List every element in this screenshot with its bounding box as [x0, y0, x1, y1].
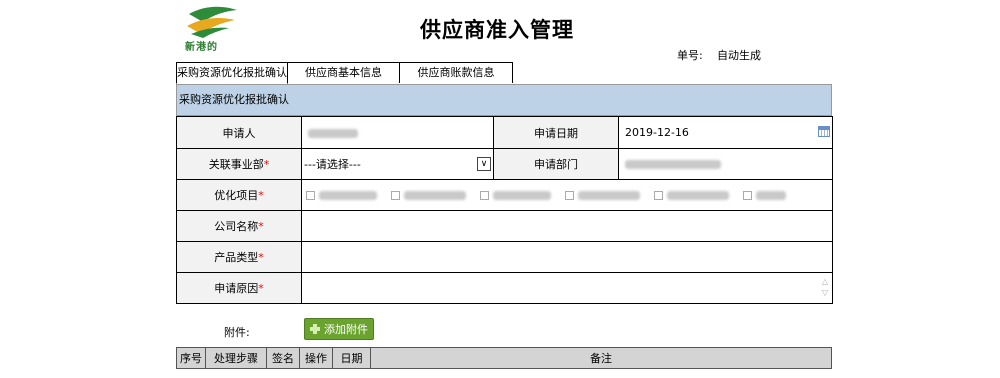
- add-attachment-button[interactable]: 添加附件: [304, 318, 374, 340]
- tab-procurement-optimization[interactable]: 采购资源优化报批确认: [176, 62, 288, 84]
- chevron-down-icon[interactable]: ∨: [477, 157, 491, 171]
- logo-text: 新港的: [185, 42, 218, 53]
- optimize-items-label: 优化项目*: [176, 179, 302, 211]
- reason-textarea[interactable]: △ ▽: [301, 272, 833, 304]
- optimize-item-checkbox-6[interactable]: [743, 190, 752, 200]
- column-header-date: 日期: [332, 347, 371, 369]
- tab-bar: 采购资源优化报批确认 供应商基本信息 供应商账款信息: [176, 62, 513, 84]
- plus-icon: [310, 324, 320, 334]
- optimize-item-checkbox-5[interactable]: [654, 190, 663, 200]
- column-header-step: 处理步骤: [205, 347, 267, 369]
- doc-number-label: 单号:: [677, 49, 703, 62]
- applicant-value: [301, 116, 494, 149]
- department-label: 申请部门: [493, 148, 619, 180]
- product-type-label: 产品类型*: [176, 241, 302, 273]
- business-unit-selected: ---请选择---: [304, 158, 361, 171]
- department-value: [618, 148, 833, 180]
- page-title: 供应商准入管理: [420, 18, 574, 42]
- tab-supplier-account-info[interactable]: 供应商账款信息: [399, 62, 513, 83]
- scroll-down-icon[interactable]: ▽: [822, 288, 828, 297]
- scroll-up-icon[interactable]: △: [822, 277, 828, 286]
- process-steps-table: 序号 处理步骤 签名 操作 日期 备注: [176, 347, 832, 369]
- business-unit-select[interactable]: ---请选择--- ∨: [301, 148, 494, 180]
- tab-supplier-basic-info[interactable]: 供应商基本信息: [287, 62, 400, 83]
- company-name-label: 公司名称*: [176, 210, 302, 242]
- column-header-action: 操作: [299, 347, 333, 369]
- company-name-input[interactable]: [301, 210, 833, 242]
- add-attachment-label: 添加附件: [324, 323, 368, 336]
- calendar-icon[interactable]: [818, 126, 830, 137]
- section-header: 采购资源优化报批确认: [176, 84, 832, 116]
- doc-number-value: 自动生成: [717, 49, 761, 62]
- optimize-item-checkbox-3[interactable]: [480, 190, 489, 200]
- apply-date-field[interactable]: 2019-12-16: [618, 116, 833, 149]
- column-header-signature: 签名: [266, 347, 300, 369]
- optimize-item-checkbox-2[interactable]: [391, 190, 400, 200]
- applicant-label: 申请人: [176, 116, 302, 149]
- optimize-item-checkbox-4[interactable]: [565, 190, 574, 200]
- optimize-item-checkbox-1[interactable]: [306, 190, 315, 200]
- product-type-input[interactable]: [301, 241, 833, 273]
- column-header-remark: 备注: [370, 347, 832, 369]
- attachment-label: 附件:: [224, 326, 250, 339]
- application-form: 申请人 申请日期 2019-12-16 关联事业部* ---请选择--- ∨ 申…: [176, 116, 833, 304]
- apply-date-value: 2019-12-16: [625, 126, 689, 139]
- optimize-items-checkboxes: [301, 179, 833, 211]
- reason-label: 申请原因*: [176, 272, 302, 304]
- business-unit-label: 关联事业部*: [176, 148, 302, 180]
- column-header-seq: 序号: [176, 347, 206, 369]
- apply-date-label: 申请日期: [493, 116, 619, 149]
